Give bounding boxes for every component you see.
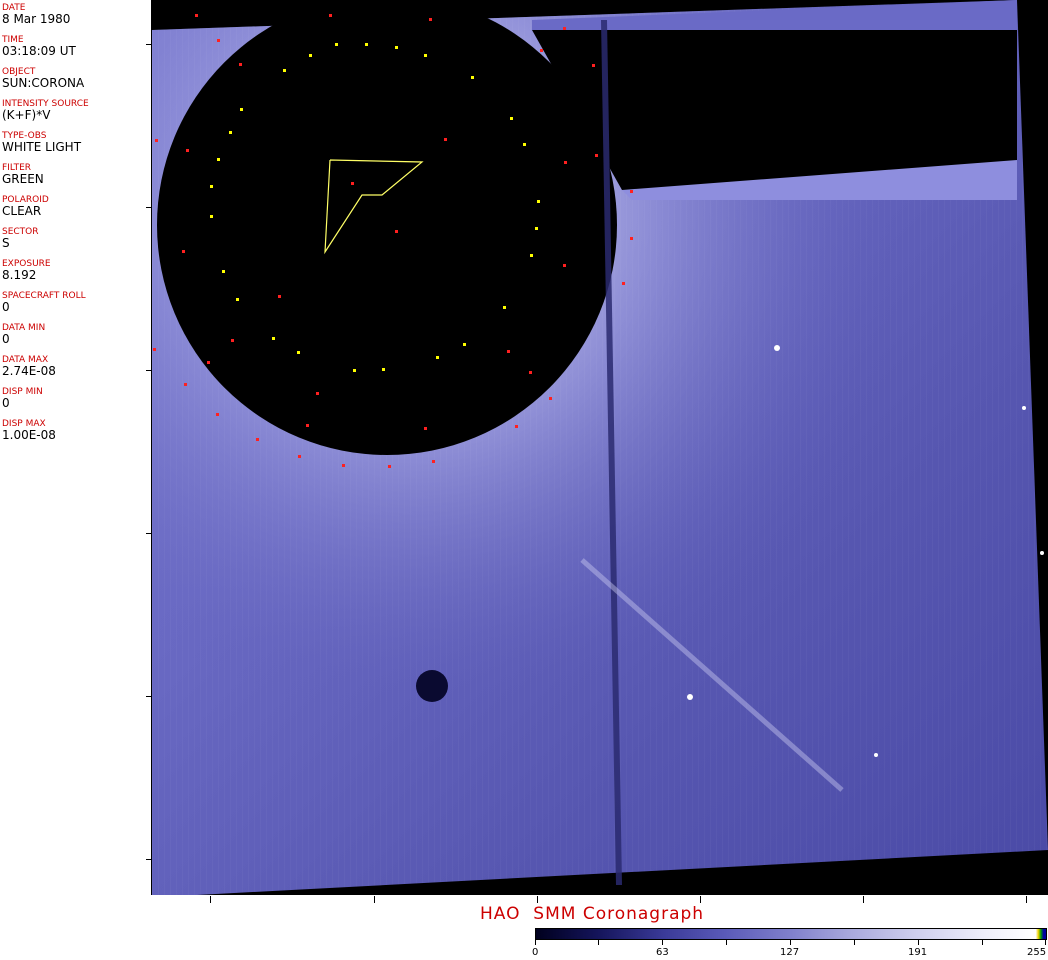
metadata-value: 1.00E-08 xyxy=(2,428,56,442)
metadata-item: SPACECRAFT ROLL 0 xyxy=(2,291,86,314)
metadata-item: TIME 03:18:09 UT xyxy=(2,35,76,58)
metadata-value: GREEN xyxy=(2,172,44,186)
metadata-value: 8 Mar 1980 xyxy=(2,12,71,26)
colorbar-label-63: 63 xyxy=(656,947,669,958)
colorbar-tick xyxy=(598,940,599,945)
metadata-panel: DATE 8 Mar 1980 TIME 03:18:09 UT OBJECT SUN:C… xyxy=(0,0,152,895)
metadata-value: 0 xyxy=(2,300,10,314)
colorbar-tick xyxy=(918,940,919,945)
colorbar-label-127: 127 xyxy=(780,947,800,958)
metadata-value: CLEAR xyxy=(2,204,42,218)
colorbar-label-191: 191 xyxy=(908,947,928,958)
metadata-item: DISP MIN 0 xyxy=(2,387,43,410)
colorbar-tick xyxy=(982,940,983,945)
metadata-item: SECTOR S xyxy=(2,227,39,250)
bottom-axis-tick xyxy=(210,896,211,903)
bottom-axis-tick xyxy=(1026,896,1027,903)
colorbar-label-255: 255 xyxy=(1027,947,1047,958)
bottom-axis-tick xyxy=(374,896,375,903)
colorbar-tick xyxy=(790,940,791,945)
metadata-item: POLAROID CLEAR xyxy=(2,195,49,218)
colorbar-tick xyxy=(1045,940,1046,945)
colorbar-tick xyxy=(535,940,536,945)
bottom-axis-tick xyxy=(700,896,701,903)
metadata-value: 0 xyxy=(2,332,10,346)
colorbar-tick xyxy=(854,940,855,945)
instrument-caption: HAO SMM Coronagraph xyxy=(480,904,705,924)
colorbar-label-0: 0 xyxy=(532,947,539,958)
bright-point xyxy=(1040,551,1044,555)
occulting-disk xyxy=(157,0,617,455)
metadata-item: FILTER GREEN xyxy=(2,163,44,186)
colorbar xyxy=(535,928,1047,940)
metadata-item: DATA MIN 0 xyxy=(2,323,45,346)
coronagraph-image-svg xyxy=(152,0,1048,895)
colorbar-tick xyxy=(726,940,727,945)
bottom-axis-tick xyxy=(537,896,538,903)
bright-point xyxy=(1022,406,1026,410)
metadata-item: DATE 8 Mar 1980 xyxy=(2,3,70,26)
metadata-value: S xyxy=(2,236,10,250)
metadata-label: SPACECRAFT ROLL xyxy=(2,291,86,301)
metadata-value: 2.74E-08 xyxy=(2,364,56,378)
metadata-item: DATA MAX 2.74E-08 xyxy=(2,355,56,378)
metadata-value: 0 xyxy=(2,396,10,410)
bright-point xyxy=(687,694,693,700)
metadata-item: INTENSITY SOURCE (K+F)*V xyxy=(2,99,89,122)
metadata-item: DISP MAX 1.00E-08 xyxy=(2,419,56,442)
coronagraph-image xyxy=(152,0,1048,895)
metadata-value: WHITE LIGHT xyxy=(2,140,82,154)
bright-point xyxy=(874,753,878,757)
dark-spot xyxy=(416,670,448,702)
metadata-value: 8.192 xyxy=(2,268,37,282)
bright-point xyxy=(774,345,780,351)
metadata-value: (K+F)*V xyxy=(2,108,51,122)
metadata-item: TYPE-OBS WHITE LIGHT xyxy=(2,131,81,154)
metadata-value: 03:18:09 UT xyxy=(2,44,76,58)
metadata-value: SUN:CORONA xyxy=(2,76,85,90)
bottom-axis-tick xyxy=(863,896,864,903)
metadata-item: EXPOSURE 8.192 xyxy=(2,259,51,282)
metadata-item: OBJECT SUN:CORONA xyxy=(2,67,84,90)
colorbar-tick xyxy=(662,940,663,945)
